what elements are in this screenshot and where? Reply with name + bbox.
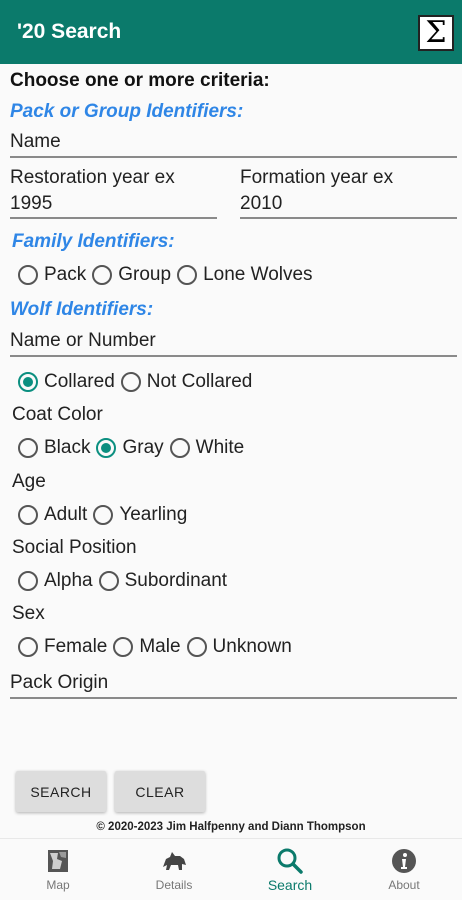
formation-year-placeholder: Formation year ex 2010 (240, 167, 394, 214)
search-icon (277, 848, 303, 874)
radio-alpha[interactable]: Alpha (18, 570, 93, 592)
social-position-label: Social Position (12, 537, 137, 558)
nav-item-search[interactable]: Search (232, 839, 348, 900)
radio-circle (113, 637, 134, 657)
nav-item-map[interactable]: Map (0, 839, 116, 900)
wolf-name-field[interactable]: Name or Number (10, 327, 457, 357)
collar-radio-group: Collared Not Collared (18, 368, 258, 396)
radio-female[interactable]: Female (18, 636, 107, 658)
wolf-section-heading: Wolf Identifiers: (10, 299, 154, 320)
bottom-navigation: Map Details Search About (0, 838, 462, 900)
search-button[interactable]: SEARCH (16, 771, 106, 812)
age-radio-group: Adult Yearling (18, 501, 193, 529)
radio-male[interactable]: Male (113, 636, 181, 658)
radio-circle (18, 265, 38, 285)
radio-circle (18, 505, 38, 525)
radio-circle (120, 372, 141, 392)
sex-radio-group: Female Male Unknown (18, 633, 298, 661)
restoration-year-placeholder: Restoration year ex 1995 (10, 167, 175, 214)
radio-circle (18, 438, 38, 458)
pack-origin-placeholder: Pack Origin (10, 672, 109, 693)
nav-item-details[interactable]: Details (116, 839, 232, 900)
family-section-heading: Family Identifiers: (12, 231, 175, 252)
radio-unknown[interactable]: Unknown (186, 636, 292, 658)
radio-not-collared[interactable]: Not Collared (120, 371, 252, 393)
radio-collared[interactable]: Collared (18, 371, 115, 393)
social-radio-group: Alpha Subordinant (18, 567, 233, 595)
radio-circle (92, 265, 113, 285)
radio-black[interactable]: Black (18, 437, 90, 459)
radio-circle (18, 637, 38, 657)
pack-origin-field[interactable]: Pack Origin (10, 669, 457, 699)
radio-circle (186, 637, 207, 657)
clear-button[interactable]: CLEAR (115, 771, 205, 812)
radio-lone-wolves[interactable]: Lone Wolves (177, 264, 313, 286)
sigma-icon: Σ (425, 15, 447, 50)
info-icon (392, 849, 416, 873)
radio-circle-checked (18, 372, 38, 392)
nav-item-about[interactable]: About (346, 839, 462, 900)
coat-radio-group: Black Gray White (18, 434, 250, 462)
radio-white[interactable]: White (169, 437, 244, 459)
pack-name-placeholder: Name (10, 131, 61, 152)
radio-group[interactable]: Group (92, 264, 171, 286)
radio-subordinant[interactable]: Subordinant (98, 570, 227, 592)
radio-circle (98, 571, 119, 591)
restoration-year-field[interactable]: Restoration year ex 1995 (10, 165, 217, 219)
wolf-icon (163, 852, 186, 870)
radio-circle (169, 438, 190, 458)
pack-name-field[interactable]: Name (10, 128, 457, 158)
radio-yearling[interactable]: Yearling (93, 504, 187, 526)
pack-section-heading: Pack or Group Identifiers: (10, 101, 244, 122)
map-icon (48, 850, 68, 872)
sex-label: Sex (12, 603, 45, 624)
page-title: '20 Search (17, 20, 122, 43)
app-bar: '20 Search Σ (0, 0, 462, 64)
age-label: Age (12, 471, 46, 492)
copyright-text: © 2020-2023 Jim Halfpenny and Diann Thom… (96, 821, 366, 833)
radio-circle (177, 265, 198, 285)
formation-year-field[interactable]: Formation year ex 2010 (240, 165, 457, 219)
summary-sigma-button[interactable]: Σ (418, 15, 454, 51)
radio-circle (93, 505, 114, 525)
radio-pack[interactable]: Pack (18, 264, 86, 286)
radio-circle-checked (96, 438, 117, 458)
radio-adult[interactable]: Adult (18, 504, 87, 526)
criteria-prompt: Choose one or more criteria: (10, 70, 270, 91)
wolf-name-placeholder: Name or Number (10, 330, 156, 351)
family-radio-group: Pack Group Lone Wolves (18, 261, 319, 289)
coat-color-label: Coat Color (12, 404, 103, 425)
radio-circle (18, 571, 38, 591)
radio-gray[interactable]: Gray (96, 437, 164, 459)
